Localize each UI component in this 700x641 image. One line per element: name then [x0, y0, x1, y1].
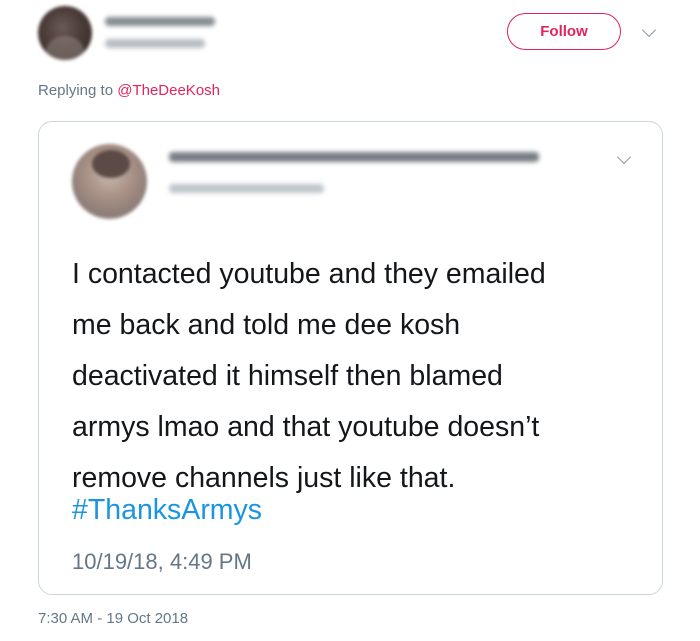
- tweet-text-line: armys lmao and that youtube doesn’t: [72, 411, 540, 443]
- tweet-text: I contacted youtube and they emailed me …: [72, 249, 632, 504]
- chevron-down-icon[interactable]: [641, 22, 657, 38]
- quoted-blurred-username[interactable]: [169, 184, 324, 193]
- follow-button[interactable]: Follow: [507, 13, 621, 50]
- avatar[interactable]: [38, 6, 92, 60]
- quoted-blurred-display-name[interactable]: [169, 152, 539, 162]
- replying-to: Replying to @TheDeeKosh: [38, 82, 220, 99]
- quoted-tweet-card[interactable]: I contacted youtube and they emailed me …: [38, 121, 663, 595]
- tweet-text-line: I contacted youtube and they emailed: [72, 258, 546, 290]
- blurred-display-name[interactable]: [105, 17, 215, 26]
- tweet-text-line: deactivated it himself then blamed: [72, 360, 503, 392]
- chevron-down-icon[interactable]: [616, 149, 632, 165]
- replying-prefix: Replying to: [38, 82, 114, 99]
- hashtag-link[interactable]: #ThanksArmys: [72, 494, 262, 527]
- quoted-timestamp[interactable]: 10/19/18, 4:49 PM: [72, 549, 252, 575]
- tweet-text-line: me back and told me dee kosh: [72, 309, 461, 341]
- blurred-username[interactable]: [105, 39, 205, 48]
- tweet-timestamp[interactable]: 7:30 AM - 19 Oct 2018: [38, 610, 188, 627]
- quoted-avatar[interactable]: [72, 144, 147, 219]
- mention-link[interactable]: @TheDeeKosh: [117, 82, 220, 99]
